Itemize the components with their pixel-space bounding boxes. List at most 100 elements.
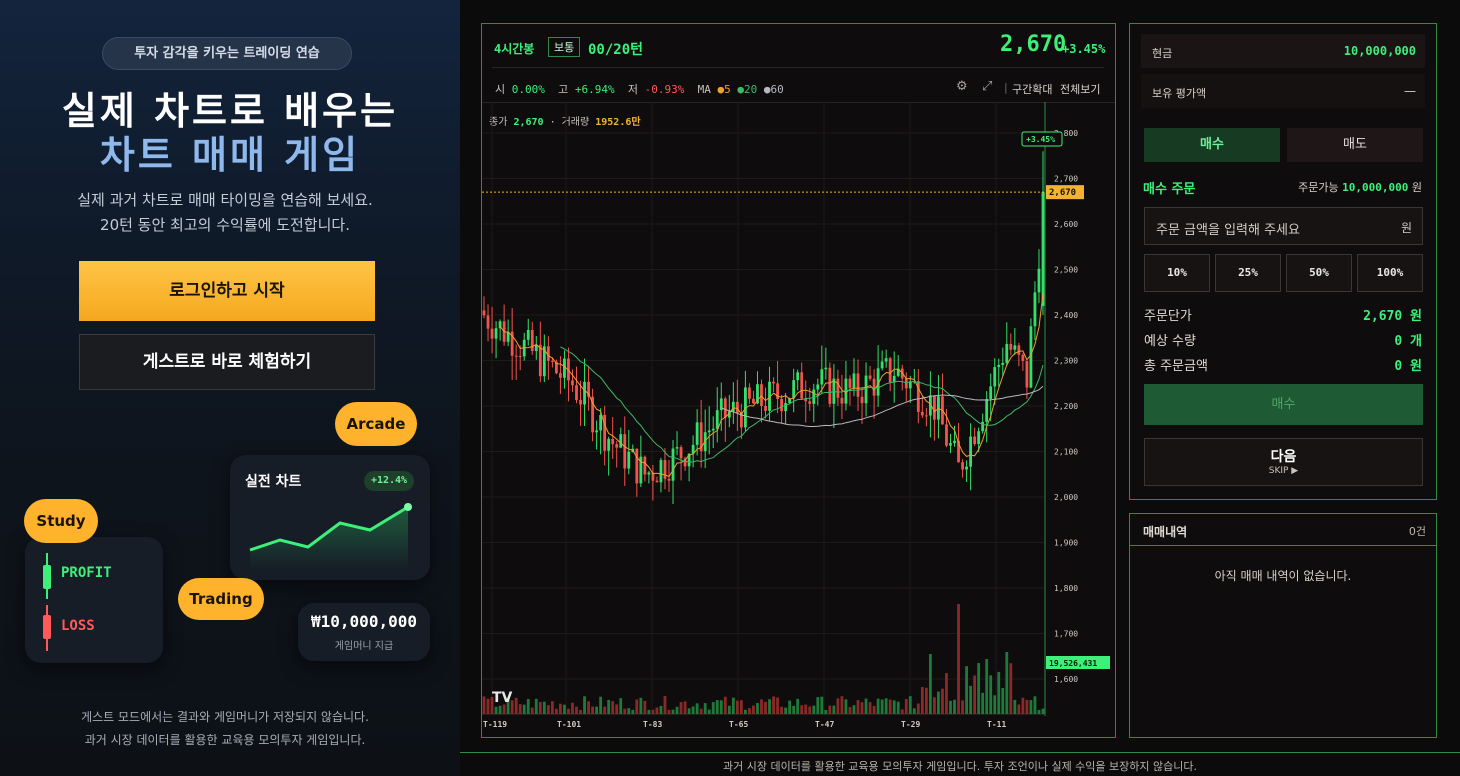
tradingview-logo-icon: TV [492, 690, 513, 706]
login-start-button[interactable]: 로그인하고 시작 [79, 261, 375, 321]
y-tick-label: 2,300 [1054, 357, 1078, 366]
candle-body [949, 443, 952, 446]
candle-body [965, 466, 968, 470]
candle-body [969, 436, 973, 467]
pct-10-button[interactable]: 10% [1144, 254, 1210, 292]
volume-bar [876, 698, 880, 714]
volume-bar [832, 705, 836, 714]
candlestick-chart[interactable]: 2,8002,7002,6002,5002,4002,3002,2002,100… [482, 24, 1115, 737]
study-tag: Study [24, 499, 98, 543]
volume-bar [583, 696, 586, 714]
volume-bar [735, 700, 739, 714]
volume-bar [892, 700, 896, 714]
cash-value: 10,000,000 [1343, 44, 1416, 58]
buy-tab[interactable]: 매수 [1144, 128, 1280, 162]
candle-body [1033, 292, 1037, 327]
volume-bar [900, 709, 904, 714]
guest-play-button[interactable]: 게스트로 바로 체험하기 [79, 334, 375, 390]
candle-body [888, 358, 892, 383]
candle-body [715, 410, 719, 429]
candle-body [663, 460, 667, 479]
volume-bar [554, 708, 558, 714]
volume-bar [796, 698, 800, 714]
volume-bar [1013, 699, 1017, 714]
volume-bar [703, 703, 707, 714]
candle-body [772, 381, 775, 384]
volume-bar [989, 675, 993, 714]
volume-bar [965, 666, 968, 714]
x-tick-label: T-47 [815, 720, 834, 729]
candle-body [933, 395, 936, 420]
volume-bar [804, 704, 808, 714]
candle-body [764, 405, 767, 411]
volume-bar [820, 696, 824, 714]
candle-body [595, 430, 599, 433]
sell-tab[interactable]: 매도 [1287, 128, 1423, 162]
next-turn-button[interactable]: 다음 SKIP ▶ [1144, 438, 1423, 486]
candle-body [490, 328, 494, 339]
candle-body [760, 384, 763, 406]
volume-bar [655, 707, 659, 714]
candle-body [611, 438, 615, 445]
pct-100-button[interactable]: 100% [1357, 254, 1423, 292]
order-amount-input[interactable]: 주문 금액을 입력해 주세요 원 [1144, 207, 1423, 245]
y-tick-label: 2,700 [1054, 175, 1078, 184]
volume-bar [973, 675, 977, 714]
trade-history-panel: 매매내역 0건 아직 매매 내역이 없습니다. [1129, 513, 1437, 738]
game-money-card: ₩10,000,000 게임머니 지급 [298, 603, 430, 661]
education-note: 과거 시장 데이터를 활용한 교육용 모의투자 게임입니다. [84, 733, 366, 747]
candle-body [667, 478, 671, 481]
unit-price-label: 주문단가 [1144, 309, 1192, 324]
volume-bar [828, 705, 832, 714]
volume-bar [856, 700, 860, 714]
volume-bar [1037, 709, 1041, 714]
volume-bar [727, 705, 731, 714]
qty-label: 예상 수량 [1144, 334, 1196, 349]
candle-body [852, 373, 856, 388]
volume-bar [494, 706, 498, 714]
volume-bar [623, 708, 627, 714]
order-title: 매수 주문 [1143, 182, 1196, 197]
volume-bar [937, 691, 940, 714]
pct-25-button[interactable]: 25% [1215, 254, 1281, 292]
volume-bar [595, 706, 599, 714]
hero-desc-line1: 실제 과거 차트로 매매 타이밍을 연습해 보세요. [77, 191, 373, 209]
y-tick-label: 2,100 [1054, 448, 1078, 457]
candle-body [559, 373, 562, 378]
candle-body [864, 375, 868, 404]
intro-panel: 투자 감각을 키우는 트레이딩 연습 실제 차트로 배우는 차트 매매 게임 실… [0, 0, 460, 776]
volume-bar [981, 692, 985, 714]
candle-body [828, 367, 832, 404]
hero-desc-line2: 20턴 동안 최고의 수익률에 도전합니다. [100, 216, 350, 234]
volume-bar [663, 696, 667, 714]
volume-bar [997, 671, 1001, 714]
volume-bar [603, 706, 607, 714]
mini-trend-chart [249, 503, 412, 570]
profit-label: PROFIT [61, 565, 112, 581]
candle-body [792, 380, 796, 399]
pct-50-button[interactable]: 50% [1286, 254, 1352, 292]
candle-body [780, 398, 784, 412]
candle-body [860, 396, 864, 404]
volume-bar [1041, 708, 1045, 714]
candle-body [961, 462, 964, 470]
candle-body [884, 358, 888, 362]
volume-bar [611, 701, 615, 714]
volume-bar [756, 702, 759, 714]
candle-body [695, 422, 699, 445]
candle-body [627, 451, 631, 469]
submit-buy-button[interactable]: 매수 [1144, 384, 1423, 425]
volume-bar [579, 709, 582, 714]
price-badge: 2,670 [1049, 188, 1076, 198]
volume-bar [760, 699, 763, 714]
holding-label: 보유 평가액 [1152, 87, 1207, 100]
candle-body [607, 438, 611, 451]
y-tick-label: 2,200 [1054, 402, 1078, 411]
volume-bar [534, 698, 538, 714]
candle-body [872, 378, 876, 396]
volume-bar [526, 698, 530, 714]
volume-bar [888, 699, 892, 714]
disclaimer-footer: 과거 시장 데이터를 활용한 교육용 모의투자 게임입니다. 투자 조언이나 실… [723, 760, 1197, 773]
candle-body [571, 380, 574, 386]
volume-bar [719, 700, 723, 714]
